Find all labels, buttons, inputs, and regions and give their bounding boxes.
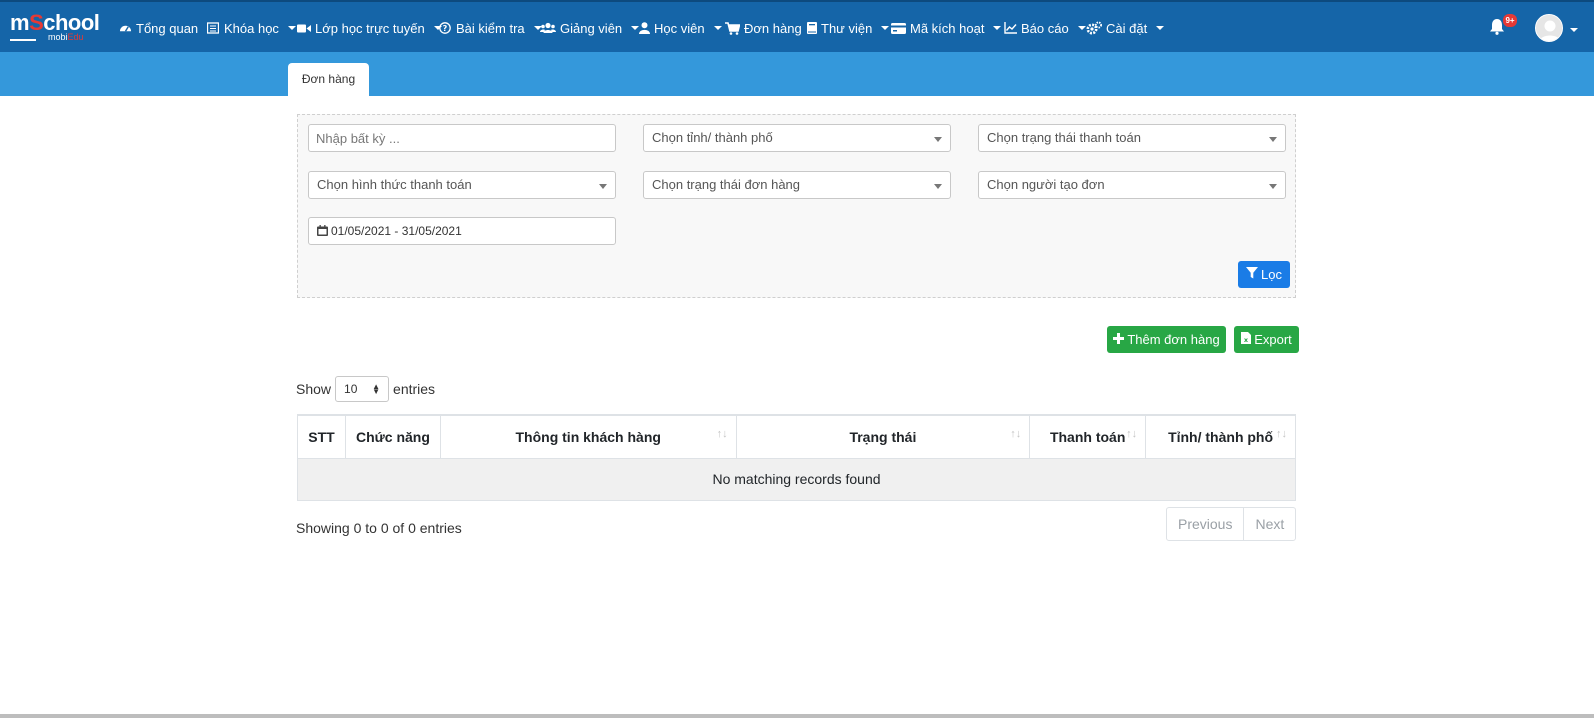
orders-table: STT Chức năng Thông tin khách hàng ↑↓ Trạ… [297, 414, 1296, 501]
dropdown-arrow-icon [934, 137, 942, 142]
filter-button[interactable]: Lọc [1238, 261, 1290, 288]
search-field[interactable] [308, 124, 616, 152]
video-camera-icon [297, 21, 311, 35]
calendar-icon [317, 219, 328, 236]
credit-card-icon [891, 21, 906, 35]
column-header-chuc-nang[interactable]: Chức năng [344, 414, 441, 459]
cart-icon [725, 21, 740, 35]
dashboard-icon [118, 21, 132, 35]
top-navbar: mSchool mobiEdu Tổng quan Khóa học Lớp h… [0, 0, 1594, 52]
notification-badge: 9+ [1503, 14, 1517, 27]
column-header-tinh-thanh-pho[interactable]: Tỉnh/ thành phố ↑↓ [1145, 414, 1296, 459]
chevron-down-icon [993, 26, 1002, 30]
table-header-row: STT Chức năng Thông tin khách hàng ↑↓ Trạ… [297, 414, 1296, 459]
nav-ma-kich-hoat[interactable]: Mã kích hoạt [891, 2, 1002, 54]
nav-tong-quan[interactable]: Tổng quan [118, 2, 198, 54]
nav-giang-vien[interactable]: Giảng viên [540, 2, 640, 54]
up-down-arrow-icon: ▲ ▼ [372, 382, 381, 396]
nav-khoa-hoc[interactable]: Khóa học [206, 2, 296, 54]
dropdown-arrow-icon [599, 184, 607, 189]
nav-hoc-vien[interactable]: Học viên [639, 2, 722, 54]
sub-header-bar [0, 52, 1594, 96]
svg-text:?: ? [443, 24, 448, 33]
add-order-button[interactable]: Thêm đơn hàng [1107, 326, 1226, 353]
payment-method-select[interactable]: Chọn hình thức thanh toán [308, 171, 616, 199]
chevron-down-icon [1077, 26, 1086, 30]
table-info: Showing 0 to 0 of 0 entries [296, 520, 462, 536]
dropdown-arrow-icon [934, 184, 942, 189]
chevron-down-icon [631, 26, 640, 30]
cogs-icon [1086, 21, 1102, 35]
sort-icon: ↑↓ [1276, 428, 1287, 440]
mschool-logo[interactable]: mSchool mobiEdu [10, 12, 100, 44]
avatar[interactable] [1535, 14, 1563, 42]
question-circle-icon: ? [438, 21, 452, 35]
chevron-down-icon [881, 26, 890, 30]
chevron-down-icon [713, 26, 722, 30]
sort-icon: ↑↓ [1010, 428, 1022, 440]
date-range-field[interactable]: 01/05/2021 - 31/05/2021 [308, 217, 616, 245]
list-icon [206, 21, 220, 35]
page-length-control: Show 10 ▲ ▼ entries [296, 376, 435, 402]
dropdown-arrow-icon [1269, 184, 1277, 189]
book-icon [806, 21, 817, 35]
line-chart-icon [1003, 21, 1017, 35]
creator-select[interactable]: Chọn người tạo đơn [978, 171, 1286, 199]
plus-icon [1113, 332, 1125, 347]
chevron-down-icon [1156, 26, 1165, 30]
column-header-thong-tin-khach-hang[interactable]: Thông tin khách hàng ↑↓ [439, 414, 737, 459]
nav-bao-cao[interactable]: Báo cáo [1003, 2, 1086, 54]
filter-panel: Chọn tỉnh/ thành phố Chọn trạng thái tha… [297, 114, 1296, 298]
export-button[interactable]: x Export [1234, 326, 1299, 353]
nav-bai-kiem-tra[interactable]: ? Bài kiểm tra [438, 2, 542, 54]
tab-don-hang[interactable]: Đơn hàng [288, 63, 369, 96]
next-page-button[interactable]: Next [1243, 508, 1295, 540]
pagination: Previous Next [1166, 507, 1297, 541]
dropdown-arrow-icon [1269, 137, 1277, 142]
nav-don-hang[interactable]: Đơn hàng [725, 2, 802, 54]
empty-table-message: No matching records found [297, 457, 1296, 501]
search-input[interactable] [316, 125, 615, 151]
chevron-down-icon[interactable] [1570, 28, 1578, 32]
filter-icon [1246, 267, 1259, 282]
user-icon [639, 21, 650, 35]
nav-lop-hoc-truc-tuyen[interactable]: Lớp học trực tuyến [297, 2, 442, 54]
nav-cai-dat[interactable]: Cài đặt [1086, 2, 1165, 54]
column-header-stt[interactable]: STT [297, 414, 346, 459]
table-row: No matching records found [297, 457, 1296, 501]
payment-status-select[interactable]: Chọn trạng thái thanh toán [978, 124, 1286, 152]
sort-icon: ↑↓ [716, 428, 728, 440]
column-header-thanh-toan[interactable]: Thanh toán ↑↓ [1029, 414, 1147, 459]
column-header-trang-thai[interactable]: Trạng thái ↑↓ [735, 414, 1031, 459]
order-status-select[interactable]: Chọn trạng thái đơn hàng [643, 171, 951, 199]
previous-page-button[interactable]: Previous [1167, 508, 1243, 540]
page-length-select[interactable]: 10 ▲ ▼ [335, 376, 390, 402]
chevron-down-icon [287, 26, 296, 30]
users-icon [540, 21, 556, 35]
nav-thu-vien[interactable]: Thư viện [806, 2, 890, 54]
excel-file-icon: x [1241, 332, 1252, 347]
window-bottom-border [0, 714, 1594, 718]
province-select[interactable]: Chọn tỉnh/ thành phố [643, 124, 951, 152]
sort-icon: ↑↓ [1126, 428, 1138, 440]
